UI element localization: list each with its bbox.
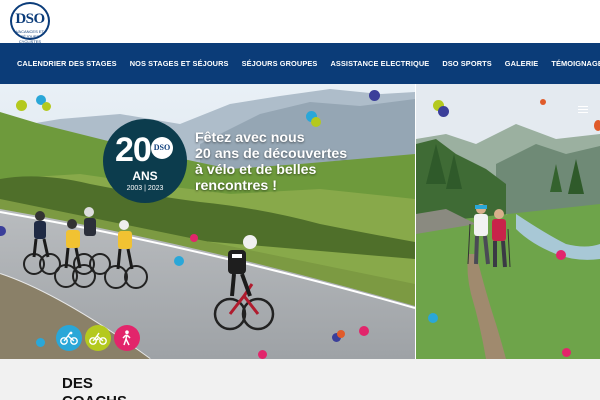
confetti-dot: [16, 100, 27, 111]
activity-icons: [56, 325, 143, 351]
nav-item-sejours-groupes[interactable]: SÉJOURS GROUPES: [242, 59, 318, 68]
nav-item-dso-sports[interactable]: DSO SPORTS: [442, 59, 491, 68]
hikers-scene: [416, 84, 600, 359]
coaches-section: DES COACHS: [0, 359, 600, 400]
logo-name: DSO: [15, 11, 45, 27]
hero-headline: Fêtez avec nous 20 ans de découvertes à …: [195, 130, 395, 194]
confetti-dot: [258, 350, 267, 359]
hero-image-cyclists[interactable]: [0, 84, 415, 359]
badge-unit: ANS: [132, 169, 158, 183]
confetti-dot: [438, 106, 449, 117]
hero-headline-line: à vélo et de belles: [195, 162, 317, 178]
confetti-dot: [174, 256, 184, 266]
ebike-icon[interactable]: [85, 325, 111, 351]
nav-item-calendrier[interactable]: CALENDRIER DES STAGES: [17, 59, 117, 68]
menu-icon[interactable]: [578, 106, 588, 114]
page: DSO VACANCES ET SÉJOURS CYCLISTES CALEND…: [0, 0, 600, 400]
confetti-dot: [42, 102, 51, 111]
cyclists-scene: [0, 84, 415, 359]
cycling-icon[interactable]: [56, 325, 82, 351]
hero-headline-line: 20 ans de découvertes: [195, 146, 348, 162]
hero-image-hikers[interactable]: [416, 84, 600, 359]
confetti-dot: [190, 234, 198, 242]
confetti-dot: [556, 250, 566, 260]
confetti-dot: [337, 330, 345, 338]
section-title: DES COACHS: [62, 375, 127, 400]
confetti-dot: [36, 338, 45, 347]
confetti-dot: [311, 117, 321, 127]
nav-item-galerie[interactable]: GALERIE: [505, 59, 539, 68]
confetti-dot: [428, 313, 438, 323]
confetti-dot: [562, 348, 571, 357]
badge-years: 2003 | 2023: [126, 185, 164, 192]
dso-logo[interactable]: DSO VACANCES ET SÉJOURS CYCLISTES: [10, 2, 50, 44]
badge-number: 20: [115, 131, 152, 169]
nav-item-stages-sejours[interactable]: NOS STAGES ET SÉJOURS: [130, 59, 229, 68]
hiking-icon[interactable]: [114, 325, 140, 351]
hero-headline-line: Fêtez avec nous: [195, 130, 305, 146]
logo-subtitle: VACANCES ET SÉJOURS CYCLISTES: [16, 29, 44, 44]
badge-brand: DSO: [151, 137, 173, 159]
nav-item-assistance-electrique[interactable]: ASSISTANCE ELECTRIQUE: [330, 59, 429, 68]
confetti-dot: [369, 90, 380, 101]
confetti-dot: [594, 120, 600, 131]
nav-item-temoignages[interactable]: TÉMOIGNAGES: [551, 59, 600, 68]
confetti-dot: [540, 99, 546, 105]
header: DSO VACANCES ET SÉJOURS CYCLISTES: [0, 0, 600, 44]
confetti-dot: [359, 326, 369, 336]
anniversary-badge: 20 DSO ANS 2003 | 2023: [103, 119, 187, 203]
hero-headline-line: rencontres !: [195, 178, 277, 194]
main-nav: CALENDRIER DES STAGES NOS STAGES ET SÉJO…: [0, 43, 600, 84]
